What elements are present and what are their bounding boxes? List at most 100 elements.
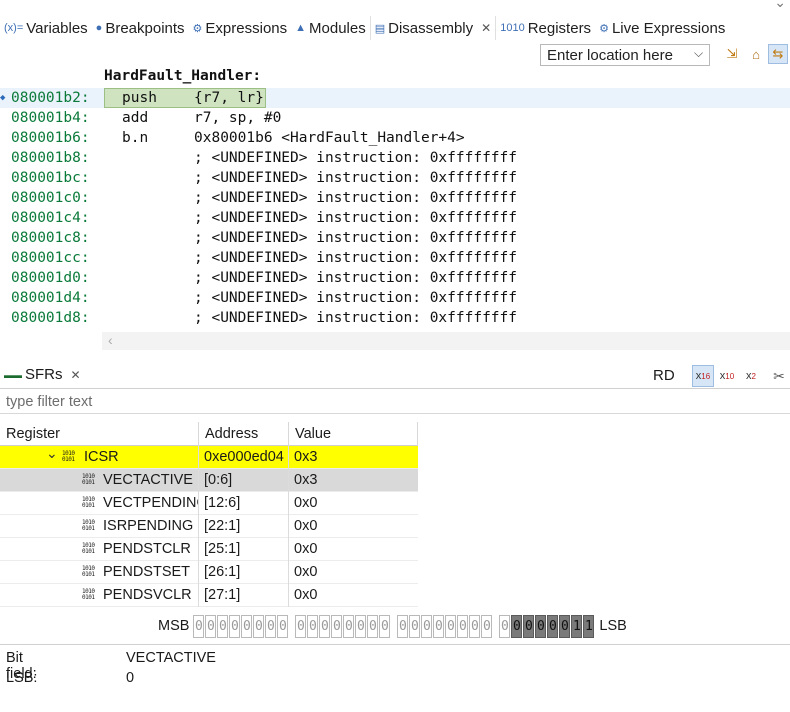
horizontal-scrollbar[interactable]: ‹ — [102, 332, 790, 350]
disassembly-line[interactable]: 080001d0: ; <UNDEFINED> instruction: 0xff… — [0, 268, 790, 288]
sfr-row[interactable]: 1010 0101 PENDSTCLR [25:1] 0x0 — [0, 538, 418, 561]
bit-cell[interactable]: 0 — [523, 614, 535, 638]
instruction-address: 080001d4: — [11, 290, 90, 306]
bit-cell[interactable]: 0 — [265, 614, 277, 638]
register-name: PENDSTSET — [103, 564, 191, 580]
instruction-address: 080001b8: — [11, 150, 90, 166]
bit-cell[interactable]: 0 — [229, 614, 241, 638]
tab-variables[interactable]: (x)= Variables — [0, 16, 92, 40]
column-address[interactable]: Address — [205, 426, 258, 442]
minimize-arrow-icon[interactable]: ⌄ — [774, 0, 786, 11]
bitfield-icon: 1010 0101 — [82, 542, 95, 555]
bit-cell[interactable]: 0 — [547, 614, 559, 638]
radix-hex-2-button[interactable]: x2 — [740, 365, 762, 387]
bit-cell[interactable]: 0 — [343, 614, 355, 638]
close-icon[interactable]: ✕ — [71, 368, 81, 382]
tab-modules[interactable]: ▲ Modules — [291, 16, 370, 40]
bit-cell[interactable]: 0 — [469, 614, 481, 638]
sfr-row[interactable]: ⌄ 1010 0101 ICSR 0xe000ed04 0x3 — [0, 446, 418, 469]
column-divider — [288, 492, 289, 515]
bit-cell[interactable]: 0 — [355, 614, 367, 638]
radix-hex-16-button[interactable]: x 16 — [692, 365, 714, 387]
disassembly-view[interactable]: HardFault_Handler: ◆ 080001b2: push {r7, lr… — [0, 66, 790, 334]
tab-icon: 1010 — [500, 22, 525, 34]
disassembly-line[interactable]: 080001b6: b.n 0x80001b6 <HardFault_Handler… — [0, 128, 790, 148]
column-value[interactable]: Value — [295, 426, 331, 442]
bit-cell[interactable]: 0 — [481, 614, 493, 638]
bit-cell[interactable]: 0 — [331, 614, 343, 638]
bit-cell[interactable]: 0 — [409, 614, 421, 638]
link-with-editor-icon[interactable]: ⇆ — [768, 44, 788, 64]
radix-hex-10-button[interactable]: x 10 — [716, 365, 738, 387]
disassembly-line[interactable]: 080001c0: ; <UNDEFINED> instruction: 0xff… — [0, 188, 790, 208]
disassembly-line[interactable]: 080001c8: ; <UNDEFINED> instruction: 0xff… — [0, 228, 790, 248]
bit-cell[interactable]: 1 — [583, 614, 595, 638]
sfr-icon: ▬▬ — [4, 369, 22, 380]
sfr-row[interactable]: 1010 0101 ISRPENDING [22:1] 0x0 — [0, 515, 418, 538]
go-to-address-icon[interactable]: ⇲ — [722, 44, 742, 64]
instruction-address: 080001cc: — [11, 250, 90, 266]
tools-icon[interactable]: ✂ — [768, 365, 790, 387]
bit-cell[interactable]: 0 — [295, 614, 307, 638]
tab-breakpoints[interactable]: ● Breakpoints — [92, 16, 189, 40]
column-divider[interactable] — [417, 422, 418, 446]
disassembly-line[interactable]: 080001bc: ; <UNDEFINED> instruction: 0xff… — [0, 168, 790, 188]
bit-cell[interactable]: 0 — [499, 614, 511, 638]
filter-input[interactable]: type filter text — [0, 392, 790, 414]
column-divider[interactable] — [288, 422, 289, 446]
bit-cell[interactable]: 0 — [421, 614, 433, 638]
bit-cell[interactable]: 0 — [367, 614, 379, 638]
scroll-left-icon[interactable]: ‹ — [108, 332, 113, 348]
bit-cell[interactable]: 0 — [253, 614, 265, 638]
location-input[interactable] — [540, 44, 710, 66]
bit-cell[interactable]: 0 — [193, 614, 205, 638]
bit-cell[interactable]: 0 — [535, 614, 547, 638]
chevron-down-icon[interactable]: ⌄ — [46, 446, 58, 465]
disassembly-line[interactable]: 080001b4: add r7, sp, #0 — [0, 108, 790, 128]
bit-cell[interactable]: 0 — [445, 614, 457, 638]
register-name: ICSR — [84, 449, 119, 465]
disassembly-line[interactable]: 080001d4: ; <UNDEFINED> instruction: 0xff… — [0, 288, 790, 308]
bit-cell[interactable]: 0 — [511, 614, 523, 638]
disassembly-line[interactable]: 080001b8: ; <UNDEFINED> instruction: 0xff… — [0, 148, 790, 168]
bit-cell[interactable]: 0 — [433, 614, 445, 638]
disassembly-line[interactable]: ◆ 080001b2: push {r7, lr} — [0, 88, 790, 108]
bit-cell[interactable]: 0 — [205, 614, 217, 638]
instruction-address: 080001bc: — [11, 170, 90, 186]
tab-disassembly[interactable]: ▤ Disassembly ✕ — [369, 16, 497, 40]
bit-cell[interactable]: 0 — [319, 614, 331, 638]
bit-cell[interactable]: 0 — [379, 614, 391, 638]
tab-expressions[interactable]: ⚙ Expressions — [189, 16, 292, 40]
disassembly-line[interactable]: 080001cc: ; <UNDEFINED> instruction: 0xff… — [0, 248, 790, 268]
bit-cell[interactable]: 0 — [241, 614, 253, 638]
bit-cell[interactable]: 0 — [397, 614, 409, 638]
register-cell: 1010 0101 ISRPENDING — [0, 515, 198, 538]
bit-cell[interactable]: 1 — [571, 614, 583, 638]
sfr-row[interactable]: 1010 0101 PENDSTSET [26:1] 0x0 — [0, 561, 418, 584]
column-divider — [198, 515, 199, 538]
close-icon[interactable]: ✕ — [481, 21, 491, 35]
sfr-row[interactable]: 1010 0101 VECTPENDING [12:6] 0x0 — [0, 492, 418, 515]
chevron-down-icon[interactable]: ⌵ — [694, 46, 703, 61]
tab-registers[interactable]: 1010 Registers — [496, 16, 595, 40]
bit-cell[interactable]: 0 — [277, 614, 289, 638]
column-divider — [288, 446, 289, 469]
read-button[interactable]: RD — [653, 367, 675, 384]
disassembly-line[interactable]: 080001d8: ; <UNDEFINED> instruction: 0xff… — [0, 308, 790, 328]
disassembly-line[interactable]: 080001c4: ; <UNDEFINED> instruction: 0xff… — [0, 208, 790, 228]
column-register[interactable]: Register — [6, 426, 60, 442]
tab-live-expressions[interactable]: ⚙ Live Expressions — [595, 16, 729, 40]
bit-cell[interactable]: 0 — [457, 614, 469, 638]
tab-icon: ⚙ — [599, 22, 609, 35]
tab-sfrs[interactable]: ▬▬ SFRs ✕ — [4, 366, 81, 383]
sfr-row[interactable]: 1010 0101 PENDSVCLR [27:1] 0x0 — [0, 584, 418, 607]
sfr-row[interactable]: 1010 0101 VECTACTIVE [0:6] 0x3 — [0, 469, 418, 492]
column-divider[interactable] — [198, 422, 199, 446]
sfr-tab-label: SFRs — [25, 366, 63, 383]
divider — [0, 644, 790, 645]
bit-cell[interactable]: 0 — [307, 614, 319, 638]
bit-cell[interactable]: 0 — [217, 614, 229, 638]
home-icon[interactable]: ⌂ — [746, 44, 766, 64]
radix-subscript: 10 — [725, 371, 735, 381]
bit-cell[interactable]: 0 — [559, 614, 571, 638]
